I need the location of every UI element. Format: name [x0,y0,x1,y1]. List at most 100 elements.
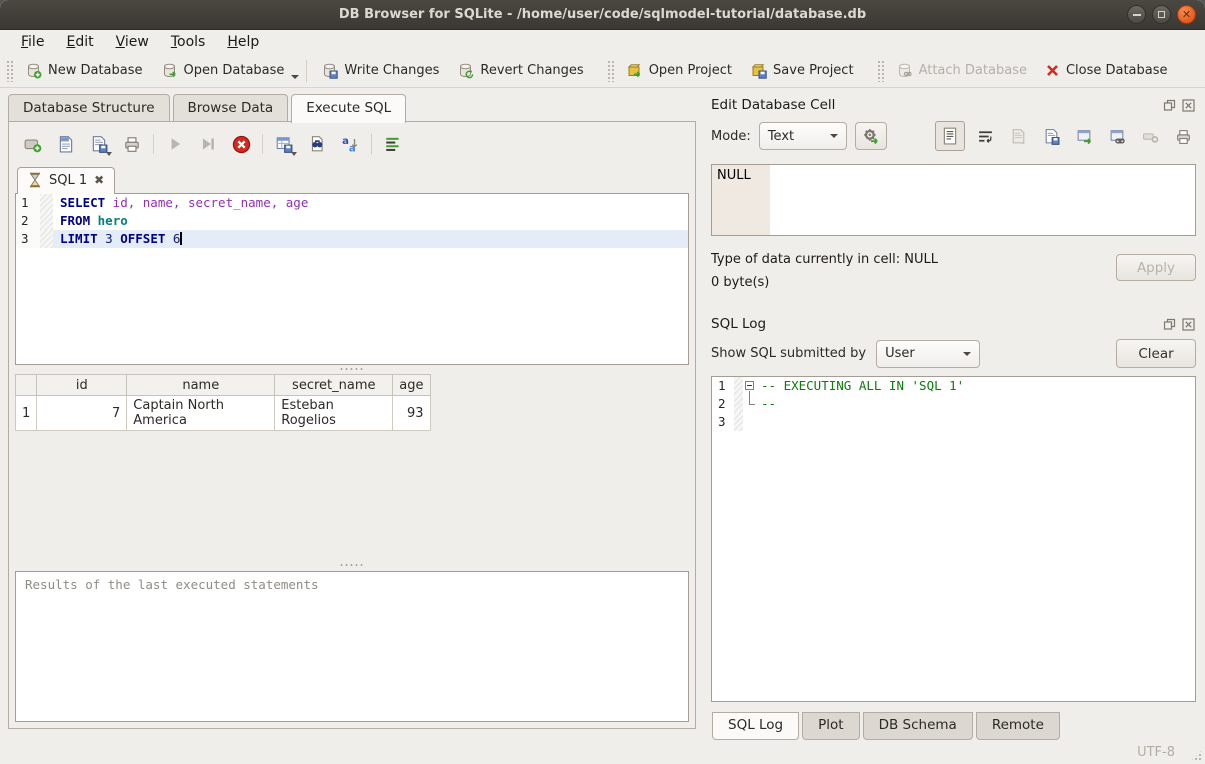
maximize-button[interactable] [1152,5,1171,24]
save-results-button[interactable] [272,132,296,156]
cell-name[interactable]: Captain North America [127,396,275,431]
tab-database-structure[interactable]: Database Structure [8,94,170,121]
dock-tabbar: SQL Log Plot DB Schema Remote [711,712,1196,740]
menu-tools[interactable]: Tools [160,32,217,52]
sql-keyword: LIMIT [60,231,98,246]
close-database-button[interactable]: Close Database [1036,59,1177,82]
dock-tab-sql-log[interactable]: SQL Log [712,712,799,740]
fold-collapse-icon[interactable] [745,381,754,390]
close-sql-tab-icon[interactable]: ✖ [94,173,104,187]
find-button[interactable] [305,132,329,156]
database-close-icon [1045,63,1060,78]
editor-line: 2 FROM hero [16,212,688,230]
open-project-button[interactable]: Open Project [617,58,741,83]
filter-label: Show SQL submitted by [711,346,866,361]
format-sql-button[interactable]: aa [338,132,362,156]
open-in-external-button[interactable] [1072,124,1097,149]
word-wrap-button[interactable] [973,124,998,149]
menu-help[interactable]: Help [216,32,270,52]
cell-editor-area[interactable] [770,165,1195,235]
dock-tab-remote[interactable]: Remote [976,712,1060,740]
column-header-secret-name[interactable]: secret_name [275,375,393,396]
titlebar[interactable]: DB Browser for SQLite - /home/user/code/… [0,0,1205,30]
results-grid: id name secret_name age 1 7 Captain Nort… [15,373,689,561]
import-cell-data-button[interactable] [1006,124,1031,149]
save-sql-file-button[interactable] [87,132,111,156]
text-mode-toggle[interactable] [935,121,965,151]
sql-log-dock-title: SQL Log [711,312,1196,336]
menu-file[interactable]: File [10,32,55,52]
float-dock-button[interactable] [1162,317,1177,332]
save-file-dropdown-caret [106,152,112,156]
float-dock-button[interactable] [1162,98,1177,113]
sql-editor[interactable]: 1 SELECT id, name, secret_name, age 2 FR… [15,193,689,365]
print-cell-button[interactable] [1171,124,1196,149]
corner-header[interactable] [16,375,37,396]
minimize-button[interactable] [1127,5,1146,24]
execute-line-button[interactable] [196,132,220,156]
sql-tab-label: SQL 1 [49,173,87,188]
set-null-button[interactable] [1138,124,1163,149]
cell-secret-name[interactable]: Esteban Rogelios [275,396,393,431]
column-header-name[interactable]: name [127,375,275,396]
project-save-icon [750,62,767,79]
print-sql-button[interactable] [120,132,144,156]
cell-editor[interactable]: NULL [711,164,1196,236]
clear-log-button[interactable]: Clear [1116,339,1196,368]
toolbar-drag-handle[interactable] [6,60,13,82]
maximize-icon [1158,11,1165,18]
cell-age[interactable]: 93 [393,396,430,431]
stop-execution-button[interactable] [229,132,253,156]
apply-button[interactable]: Apply [1116,254,1196,281]
menu-view[interactable]: View [105,32,160,52]
open-sql-file-button[interactable] [54,132,78,156]
write-changes-button[interactable]: Write Changes [312,58,448,83]
cell-mode-row: Mode: Text [711,121,1196,151]
main-toolbar: New Database Open Database Write Changes… [0,54,1205,88]
printer-icon [123,135,141,153]
toggle-results-layout-button[interactable] [381,132,405,156]
tab-execute-sql[interactable]: Execute SQL [291,94,406,123]
close-dock-button[interactable] [1181,317,1196,332]
float-icon [1163,99,1176,112]
export-cell-data-button[interactable] [1039,124,1064,149]
column-header-id[interactable]: id [37,375,127,396]
sql-log-filter-row: Show SQL submitted by User Clear [711,339,1196,368]
toolbar-drag-handle[interactable] [877,60,884,82]
log-line: 1 -- EXECUTING ALL IN 'SQL 1' [712,377,1195,395]
column-header-age[interactable]: age [393,375,430,396]
splitter-handle[interactable] [15,365,689,373]
results-message-area[interactable]: Results of the last executed statements [15,571,689,722]
open-database-dropdown-caret[interactable] [291,75,299,79]
revert-changes-button[interactable]: Revert Changes [448,58,592,83]
sql-log-area[interactable]: 1 -- EXECUTING ALL IN 'SQL 1' 2 -- [711,376,1196,702]
attach-database-button[interactable]: Attach Database [887,58,1036,83]
toolbar-drag-handle[interactable] [607,60,614,82]
open-sql-tab-button[interactable] [21,132,45,156]
close-dock-button[interactable] [1181,98,1196,113]
editor-line: 1 SELECT id, name, secret_name, age [16,194,688,212]
menu-edit[interactable]: Edit [55,32,104,52]
save-project-button[interactable]: Save Project [741,58,863,83]
tab-browse-data[interactable]: Browse Data [173,94,289,121]
encoding-indicator[interactable]: UTF-8 [1137,745,1175,760]
splitter-handle[interactable] [15,561,689,569]
new-database-button[interactable]: New Database [16,58,152,83]
sql-file-tab[interactable]: SQL 1 ✖ [17,167,115,194]
cell-id[interactable]: 7 [37,396,127,431]
submitted-by-select[interactable]: User [876,340,980,368]
dock-tab-db-schema[interactable]: DB Schema [863,712,973,740]
sql-number: 3 [105,231,113,246]
mode-select[interactable]: Text [759,122,847,150]
close-button[interactable]: ✕ [1177,5,1196,24]
dock-tab-plot[interactable]: Plot [802,712,859,740]
row-header[interactable]: 1 [16,396,37,431]
link-window-button[interactable] [1105,124,1130,149]
line-number: 3 [712,413,734,431]
sql-identifiers: id, name, secret_name, age [105,195,308,210]
sql-number: 6 [173,231,181,246]
execute-all-button[interactable] [163,132,187,156]
resize-grip[interactable] [1190,749,1203,762]
auto-apply-button[interactable] [855,122,887,150]
open-database-button[interactable]: Open Database [152,58,294,83]
